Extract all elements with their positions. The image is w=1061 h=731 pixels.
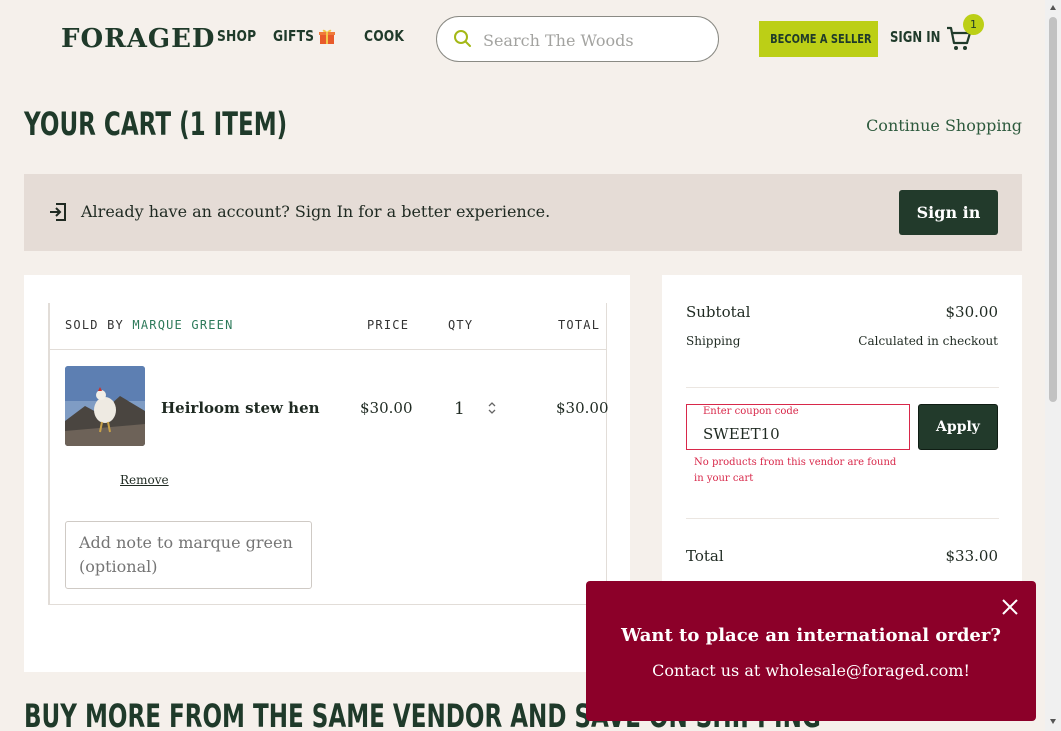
coupon-field[interactable]: Enter coupon code: [686, 404, 910, 450]
sign-in-link[interactable]: SIGN IN: [890, 28, 940, 46]
product-image[interactable]: [65, 366, 145, 446]
subtotal-value: $30.00: [945, 303, 999, 321]
vendor-note-input[interactable]: [65, 521, 312, 589]
scrollbar-thumb[interactable]: [1049, 17, 1057, 402]
header-divider: [49, 349, 606, 350]
summary-divider: [686, 518, 999, 519]
order-summary: Subtotal $30.00 Shipping Calculated in c…: [662, 275, 1022, 585]
sign-in-banner: Already have an account? Sign In for a b…: [24, 174, 1022, 251]
page-title: YOUR CART (1 ITEM): [24, 105, 288, 143]
search-input[interactable]: [483, 27, 703, 53]
shipping-value: Calculated in checkout: [858, 334, 998, 348]
coupon-error-message: No products from this vendor are found i…: [694, 457, 897, 484]
login-icon: [50, 203, 66, 221]
total-value: $33.00: [945, 547, 999, 565]
vendor-name-link[interactable]: MARQUE GREEN: [132, 318, 233, 332]
site-header: FORAGED SHOP GIFTS COOK BECOME A SELLER …: [0, 0, 1045, 80]
cart-items-panel: SOLD BY MARQUE GREEN PRICE QTY TOTAL Hei…: [24, 275, 630, 672]
subtotal-label: Subtotal: [686, 303, 751, 321]
page-scrollbar[interactable]: [1045, 0, 1061, 731]
apply-coupon-button[interactable]: Apply: [918, 404, 998, 450]
international-order-popup: Want to place an international order? Co…: [586, 581, 1036, 721]
close-icon[interactable]: [1000, 597, 1020, 617]
foraged-logo[interactable]: FORAGED: [61, 24, 215, 54]
product-name[interactable]: Heirloom stew hen: [161, 399, 320, 417]
column-total: TOTAL: [558, 318, 601, 332]
column-qty: QTY: [448, 318, 474, 332]
popup-heading: Want to place an international order?: [621, 625, 1001, 646]
cart-count-badge: 1: [963, 14, 984, 35]
nav-shop[interactable]: SHOP: [217, 27, 256, 45]
item-total: $30.00: [556, 399, 609, 417]
quantity-stepper-icon[interactable]: [487, 400, 497, 416]
column-price: PRICE: [367, 318, 410, 332]
continue-shopping-link[interactable]: Continue Shopping: [866, 116, 1022, 135]
sold-by-label: SOLD BY: [65, 318, 124, 332]
gift-icon: [319, 29, 335, 44]
scroll-down-icon[interactable]: [1049, 717, 1057, 725]
coupon-label: Enter coupon code: [703, 406, 799, 417]
popup-body: Contact us at wholesale@foraged.com!: [652, 661, 970, 680]
summary-divider: [686, 387, 999, 388]
quantity-value[interactable]: 1: [454, 399, 465, 419]
sold-by-header: SOLD BY MARQUE GREEN: [65, 318, 234, 332]
nav-gifts[interactable]: GIFTS: [273, 27, 314, 45]
vendor-group: SOLD BY MARQUE GREEN PRICE QTY TOTAL Hei…: [48, 303, 609, 605]
coupon-input[interactable]: [703, 423, 893, 445]
remove-item-link[interactable]: Remove: [120, 473, 169, 487]
total-label: Total: [686, 547, 724, 565]
shipping-label: Shipping: [686, 334, 741, 348]
sign-in-prompt: Already have an account? Sign In for a b…: [81, 202, 551, 221]
search-icon: [454, 30, 471, 47]
search-bar[interactable]: [436, 16, 719, 62]
scroll-up-icon[interactable]: [1049, 4, 1057, 12]
nav-cook[interactable]: COOK: [364, 27, 404, 45]
item-price: $30.00: [360, 399, 413, 417]
sign-in-button[interactable]: Sign in: [899, 190, 998, 235]
become-seller-button[interactable]: BECOME A SELLER: [759, 21, 878, 57]
